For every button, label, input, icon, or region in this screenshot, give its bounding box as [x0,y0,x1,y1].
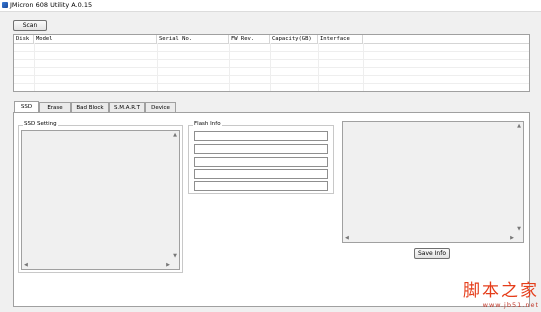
ssd-setting-label: SSD Setting [23,121,58,127]
scroll-up-arrow[interactable]: ▲ [517,123,521,129]
column-header-serial[interactable]: Serial No. [157,35,229,43]
tab-smart-info[interactable]: S.M.A.R.T info [109,102,145,121]
disk-list[interactable]: Disk Model Serial No. FW Rev. Capacity(G… [13,34,530,92]
flash-info-group: Flash Info [188,121,334,194]
column-header-model[interactable]: Model [34,35,157,43]
grid-line [14,67,529,68]
column-header-capacity[interactable]: Capacity(GB) [270,35,318,43]
scroll-left-arrow[interactable]: ◀ [24,262,28,268]
flash-info-field[interactable] [194,131,328,141]
ssd-setting-group: SSD Setting ▲ ▼ ◀ ▶ [18,121,183,273]
tab-device-info[interactable]: Device Info [145,102,176,121]
scroll-right-arrow[interactable]: ▶ [510,235,514,241]
watermark-url: www.jb51.net [482,301,539,309]
scroll-down-arrow[interactable]: ▼ [173,253,177,259]
title-bar: JMicron 608 Utility A.0.15 [0,0,541,12]
watermark: 脚本之家 www.jb51.net [463,276,539,309]
scan-button[interactable]: Scan [13,20,47,31]
watermark-text: 脚本之家 [463,281,539,301]
app-icon [2,2,8,8]
flash-info-field[interactable] [194,144,328,154]
grid-line [14,59,529,60]
scroll-up-arrow[interactable]: ▲ [173,132,177,138]
scroll-down-arrow[interactable]: ▼ [517,226,521,232]
disk-list-header: Disk Model Serial No. FW Rev. Capacity(G… [14,35,529,44]
grid-line [14,83,529,84]
info-textbox[interactable]: ▲ ▼ ◀ ▶ [342,121,524,243]
scroll-right-arrow[interactable]: ▶ [166,262,170,268]
tab-bad-block-info[interactable]: Bad Block Info [71,102,109,121]
column-header-fw-rev[interactable]: FW Rev. [229,35,270,43]
ssd-setting-textbox[interactable]: ▲ ▼ ◀ ▶ [21,130,180,270]
scroll-left-arrow[interactable]: ◀ [345,235,349,241]
ssd-info-panel: SSD Setting ▲ ▼ ◀ ▶ Flash Info ▲ ▼ ◀ ▶ S… [13,112,530,307]
column-header-interface[interactable]: Interface [318,35,363,43]
flash-info-field[interactable] [194,157,328,167]
flash-info-field[interactable] [194,169,328,179]
tab-erase-count[interactable]: Erase Count [39,102,71,121]
grid-line [14,51,529,52]
flash-info-field[interactable] [194,181,328,191]
flash-info-label: Flash Info [193,121,222,127]
window-title: JMicron 608 Utility A.0.15 [10,1,93,9]
save-info-button[interactable]: Save Info [414,248,450,259]
grid-line [14,75,529,76]
column-header-disk[interactable]: Disk [14,35,34,43]
